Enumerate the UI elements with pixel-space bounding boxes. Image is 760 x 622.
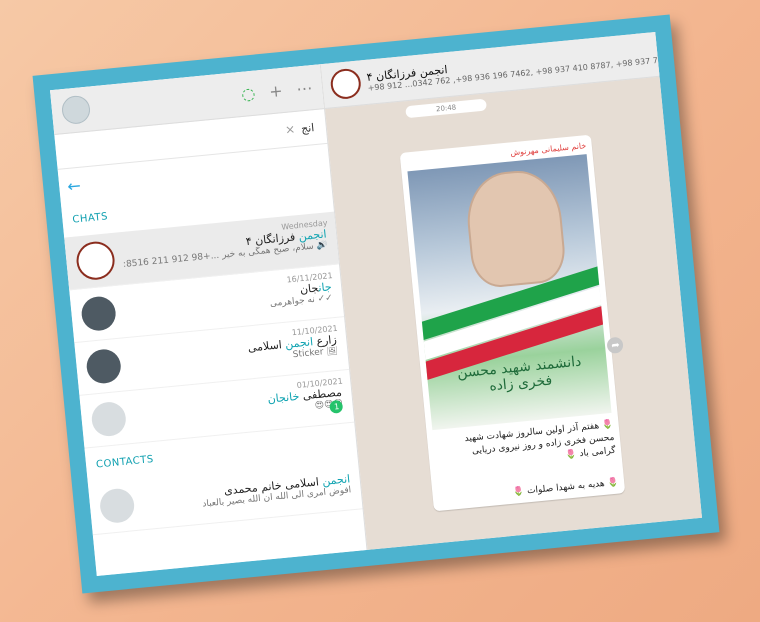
app-window: ◌ + ⋯ × انج ← CHATS انجمن فرزانگان ۴ 🔊 س… xyxy=(50,31,702,577)
chat-name: جان xyxy=(299,280,320,296)
chat-list-panel: ◌ + ⋯ × انج ← CHATS انجمن فرزانگان ۴ 🔊 س… xyxy=(50,64,368,577)
portrait-image xyxy=(463,167,569,290)
avatar xyxy=(80,295,118,333)
message-time: 20:48 xyxy=(405,98,487,119)
avatar xyxy=(90,400,128,438)
message-bubble[interactable]: خانم سلیمانی مهرنوش دانشمند شهید محسن فخ… xyxy=(400,134,626,512)
conversation-panel: انجمن فرزانگان ۴ +98 912 ...0342 762 ,+9… xyxy=(321,31,702,550)
poster-image[interactable]: دانشمند شهید محسن فخری زاده xyxy=(407,154,612,431)
group-logo-avatar xyxy=(74,239,117,282)
new-chat-icon[interactable]: + xyxy=(268,81,283,101)
photo-frame: ◌ + ⋯ × انج ← CHATS انجمن فرزانگان ۴ 🔊 س… xyxy=(32,14,720,594)
clear-search-icon[interactable]: × xyxy=(284,122,295,137)
avatar xyxy=(85,347,123,385)
profile-avatar[interactable] xyxy=(60,94,92,126)
group-logo-avatar[interactable] xyxy=(329,67,363,101)
conversation-header[interactable]: انجمن فرزانگان ۴ +98 912 ...0342 762 ,+9… xyxy=(321,31,701,109)
date-pill: 28/ xyxy=(667,92,694,111)
message-gift-line: 🌷 هدیه به شهدا صلوات 🌷 xyxy=(512,477,620,498)
status-icon[interactable]: ◌ xyxy=(240,83,256,103)
avatar xyxy=(98,487,136,525)
search-input[interactable]: انج xyxy=(300,121,314,135)
name-highlight: جان xyxy=(317,279,333,294)
forward-icon[interactable]: ➦ xyxy=(606,336,625,354)
menu-icon[interactable]: ⋯ xyxy=(296,78,314,98)
